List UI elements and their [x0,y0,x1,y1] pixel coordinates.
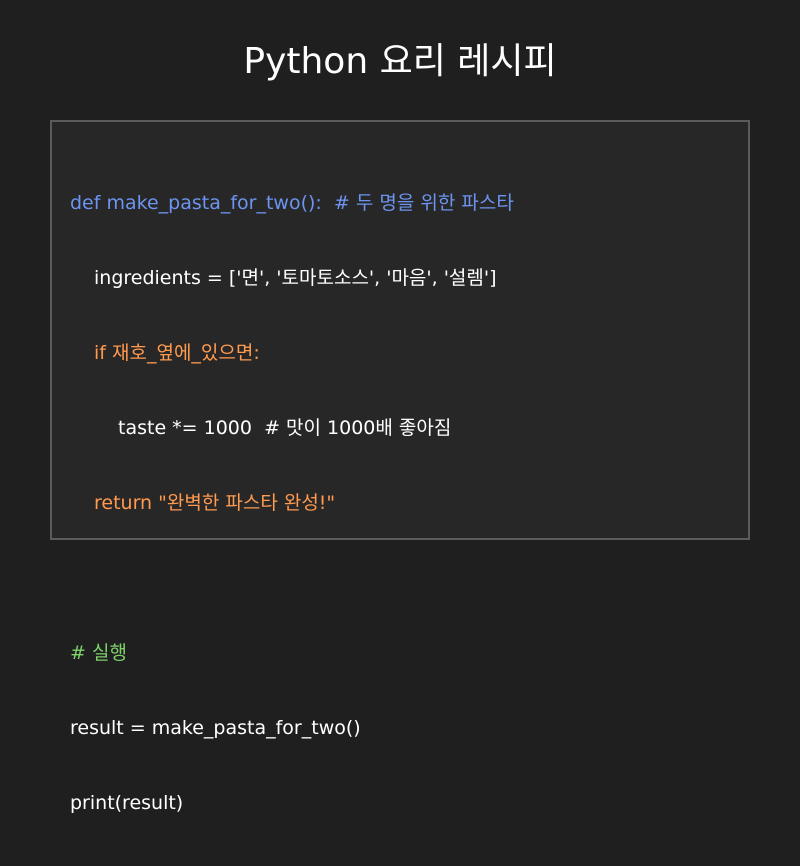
code-line-def: def make_pasta_for_two(): # 두 명을 위한 파스타 [70,192,514,214]
code-line-return: return "완벽한 파스타 완성!" [94,492,336,514]
code-line-comment: # 실행 [70,642,127,664]
code-line-print: print(result) [70,792,184,814]
code-line-result: result = make_pasta_for_two() [70,717,361,739]
code-line-ingredients: ingredients = ['면', '토마토소스', '마음', '설렘'] [94,267,497,289]
slide-title: Python 요리 레시피 [243,41,557,82]
code-panel: def make_pasta_for_two(): # 두 명을 위한 파스타 … [50,120,750,814]
code-line-if: if 재호_옆에_있으면: [94,342,260,364]
code-block: def make_pasta_for_two(): # 두 명을 위한 파스타 … [70,141,514,866]
code-line-taste: taste *= 1000 # 맛이 1000배 좋아짐 [118,417,452,439]
